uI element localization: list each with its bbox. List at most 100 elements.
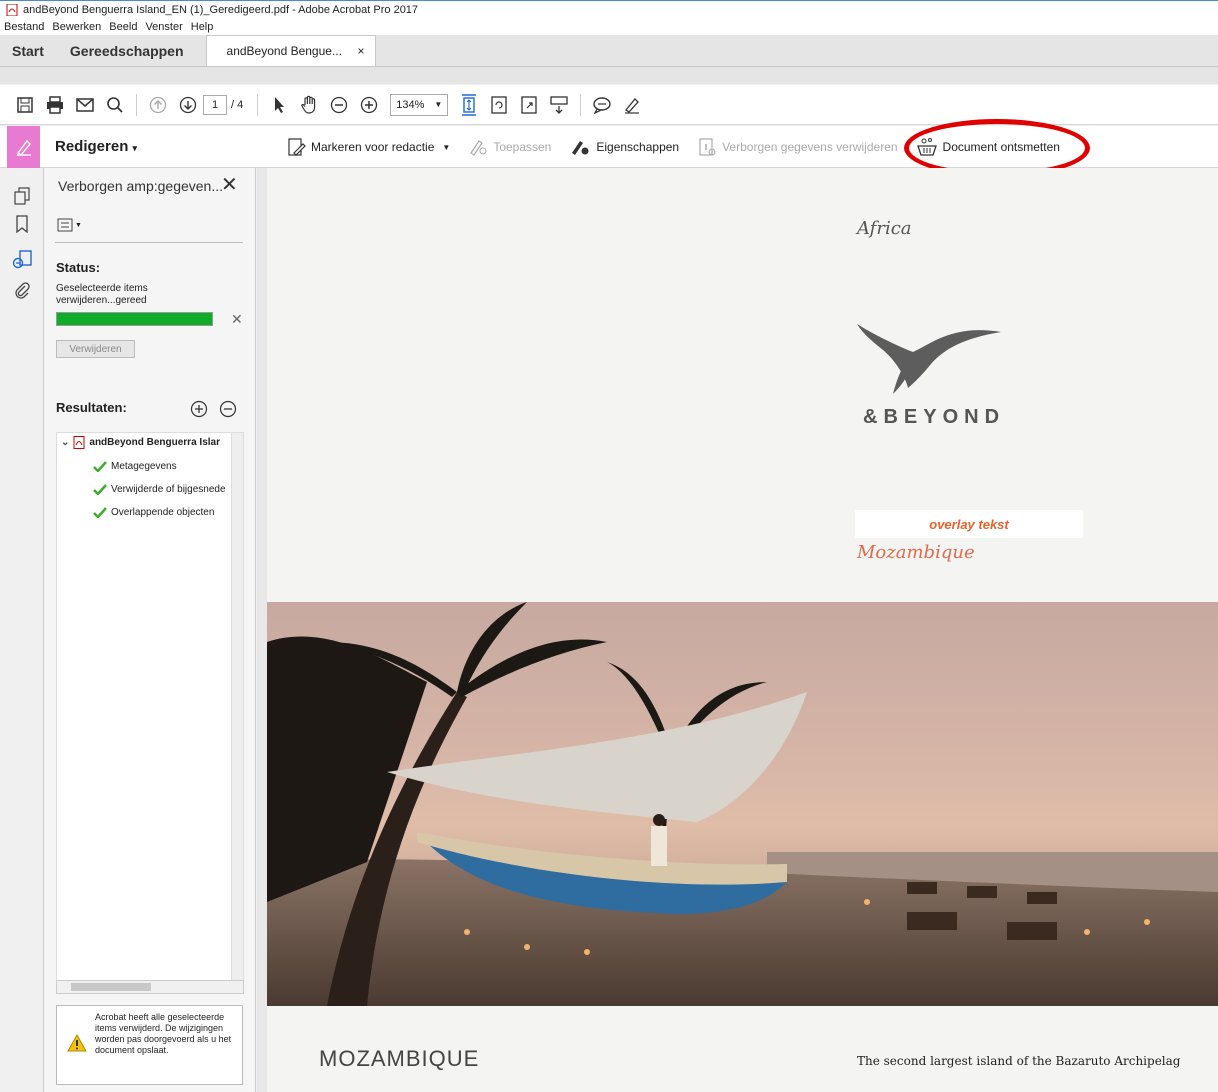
zoom-select[interactable]: 134% ▼: [390, 93, 449, 116]
rotate-icon[interactable]: [484, 90, 514, 120]
remove-hidden-icon: [699, 138, 716, 156]
tree-item[interactable]: Verwijderde of bijgesnede: [93, 483, 226, 495]
pdf-file-icon: [73, 436, 85, 449]
email-icon[interactable]: [70, 90, 100, 120]
mark-redaction-icon: [288, 138, 306, 156]
scroll-thumb[interactable]: [71, 983, 151, 991]
search-icon[interactable]: [100, 90, 130, 120]
hidden-data-panel: Verborgen amp:gegeven... ✕ ▼ Status: Ges…: [45, 168, 256, 1092]
status-text: Geselecteerde items verwijderen...gereed: [56, 283, 148, 306]
sanitize-document-button[interactable]: Document ontsmetten: [916, 137, 1060, 157]
tree-item-label: Verwijderde of bijgesnede: [111, 483, 226, 495]
fit-page-icon[interactable]: [454, 90, 484, 120]
redact-mode-menu[interactable]: Redigeren ▾: [55, 138, 137, 155]
checkmark-icon: [93, 507, 107, 518]
checkmark-icon: [93, 484, 107, 495]
left-rail: [0, 168, 44, 1092]
tree-horizontal-scrollbar[interactable]: [56, 980, 244, 994]
apply-label: Toepassen: [493, 140, 552, 154]
collapse-all-icon[interactable]: [219, 400, 237, 421]
panel-divider: [55, 242, 243, 243]
tree-item[interactable]: Overlappende objecten: [93, 506, 214, 518]
attachment-icon[interactable]: [12, 280, 32, 300]
save-notice: Acrobat heeft alle geselecteerde items v…: [56, 1005, 243, 1085]
menu-help[interactable]: Help: [187, 21, 218, 33]
apply-icon: [470, 140, 487, 156]
brand-logo-text: &BEYOND: [863, 406, 1006, 428]
menu-bestand[interactable]: Bestand: [0, 21, 48, 33]
print-icon[interactable]: [40, 90, 70, 120]
properties-button[interactable]: Eigenschappen: [569, 138, 679, 156]
sanitize-label: Document ontsmetten: [942, 140, 1060, 154]
sanitize-basket-icon: [916, 138, 937, 156]
close-icon[interactable]: ✕: [221, 175, 238, 195]
highlight-pen-icon[interactable]: [617, 90, 647, 120]
overlay-text-box[interactable]: overlay tekst: [855, 510, 1083, 538]
properties-icon: [572, 141, 589, 155]
chevron-down-icon: ▼: [434, 100, 443, 109]
redact-toolbar: Redigeren ▾ Markeren voor redactie ▼ Toe…: [0, 126, 1218, 168]
remove-hidden-info-button[interactable]: Verborgen gegevens verwijderen: [697, 137, 898, 157]
select-cursor-icon[interactable]: [264, 90, 294, 120]
cancel-progress-icon[interactable]: ✕: [231, 311, 243, 328]
zoom-in-icon[interactable]: [354, 90, 384, 120]
pdf-file-icon: [6, 4, 18, 16]
menu-bar: Bestand Bewerken Beeld Venster Help: [0, 19, 1218, 35]
bookmark-icon[interactable]: [12, 214, 32, 234]
comment-icon[interactable]: [587, 90, 617, 120]
chevron-down-icon: ▾: [132, 143, 138, 153]
save-icon[interactable]: [10, 90, 40, 120]
menu-venster[interactable]: Venster: [141, 21, 186, 33]
tree-vertical-scrollbar[interactable]: [231, 433, 243, 983]
next-page-icon[interactable]: [173, 90, 203, 120]
fullscreen-icon[interactable]: [514, 90, 544, 120]
tab-document[interactable]: andBeyond Bengue... ×: [205, 35, 376, 66]
mark-for-redaction-button[interactable]: Markeren voor redactie ▼: [286, 137, 450, 157]
bird-logo: [857, 324, 1001, 394]
tab-bar: Start Gereedschappen andBeyond Bengue...…: [0, 35, 1218, 84]
tree-item[interactable]: Metagegevens: [93, 460, 177, 472]
body-paragraph: The second largest island of the Bazarut…: [857, 1054, 1181, 1068]
keyboard-scroll-icon[interactable]: [544, 90, 574, 120]
hidden-data-panel-icon[interactable]: [12, 250, 32, 270]
toolbar-separator: [257, 93, 259, 116]
tab-start[interactable]: Start: [0, 35, 56, 66]
properties-label: Eigenschappen: [596, 140, 680, 154]
tree-item-label: Metagegevens: [111, 460, 177, 472]
notice-text: Acrobat heeft alle geselecteerde items v…: [95, 1012, 232, 1055]
title-bar: andBeyond Benguerra Island_EN (1)_Geredi…: [0, 0, 1218, 19]
tree-root-label: andBeyond Benguerra Islar: [89, 437, 220, 448]
main-toolbar: 1 / 4 134% ▼: [0, 85, 1218, 125]
page-total: / 4: [231, 98, 244, 111]
redact-tools: Markeren voor redactie ▼ Toepassen Eigen…: [286, 134, 1078, 160]
panel-options-icon[interactable]: ▼: [57, 216, 87, 234]
mark-for-redaction-label: Markeren voor redactie: [311, 140, 435, 154]
checkmark-icon: [93, 461, 107, 472]
chevron-down-icon: ▼: [442, 142, 451, 152]
mozambique-subtitle: Mozambique: [857, 542, 975, 563]
redact-mode-label: Redigeren: [55, 138, 129, 155]
pages-icon[interactable]: [12, 186, 32, 206]
zoom-out-icon[interactable]: [324, 90, 354, 120]
hand-tool-icon[interactable]: [294, 90, 324, 120]
chevron-down-icon: ⌄: [61, 437, 70, 448]
previous-page-icon[interactable]: [143, 90, 173, 120]
document-viewport[interactable]: Africa &BEYOND overlay tekst Mozambique: [257, 168, 1218, 1092]
menu-bewerken[interactable]: Bewerken: [48, 21, 105, 33]
redact-tool-icon[interactable]: [7, 126, 40, 168]
toolbar-separator: [136, 93, 137, 116]
window-title: andBeyond Benguerra Island_EN (1)_Geredi…: [23, 4, 419, 16]
zoom-value: 134%: [396, 98, 425, 111]
progress-bar: [56, 312, 213, 326]
apply-button[interactable]: Toepassen: [468, 138, 551, 156]
menu-beeld[interactable]: Beeld: [105, 21, 141, 33]
expand-all-icon[interactable]: [190, 400, 208, 421]
page-number-input[interactable]: 1: [203, 94, 227, 115]
tab-tools[interactable]: Gereedschappen: [56, 35, 198, 66]
tree-root[interactable]: ⌄ andBeyond Benguerra Islar: [61, 436, 220, 449]
warning-icon: [67, 1034, 87, 1052]
remove-button[interactable]: Verwijderen: [56, 340, 135, 358]
toolbar-separator: [580, 93, 582, 116]
pdf-page: Africa &BEYOND overlay tekst Mozambique: [267, 168, 1218, 1092]
tab-close-icon[interactable]: ×: [358, 44, 365, 58]
